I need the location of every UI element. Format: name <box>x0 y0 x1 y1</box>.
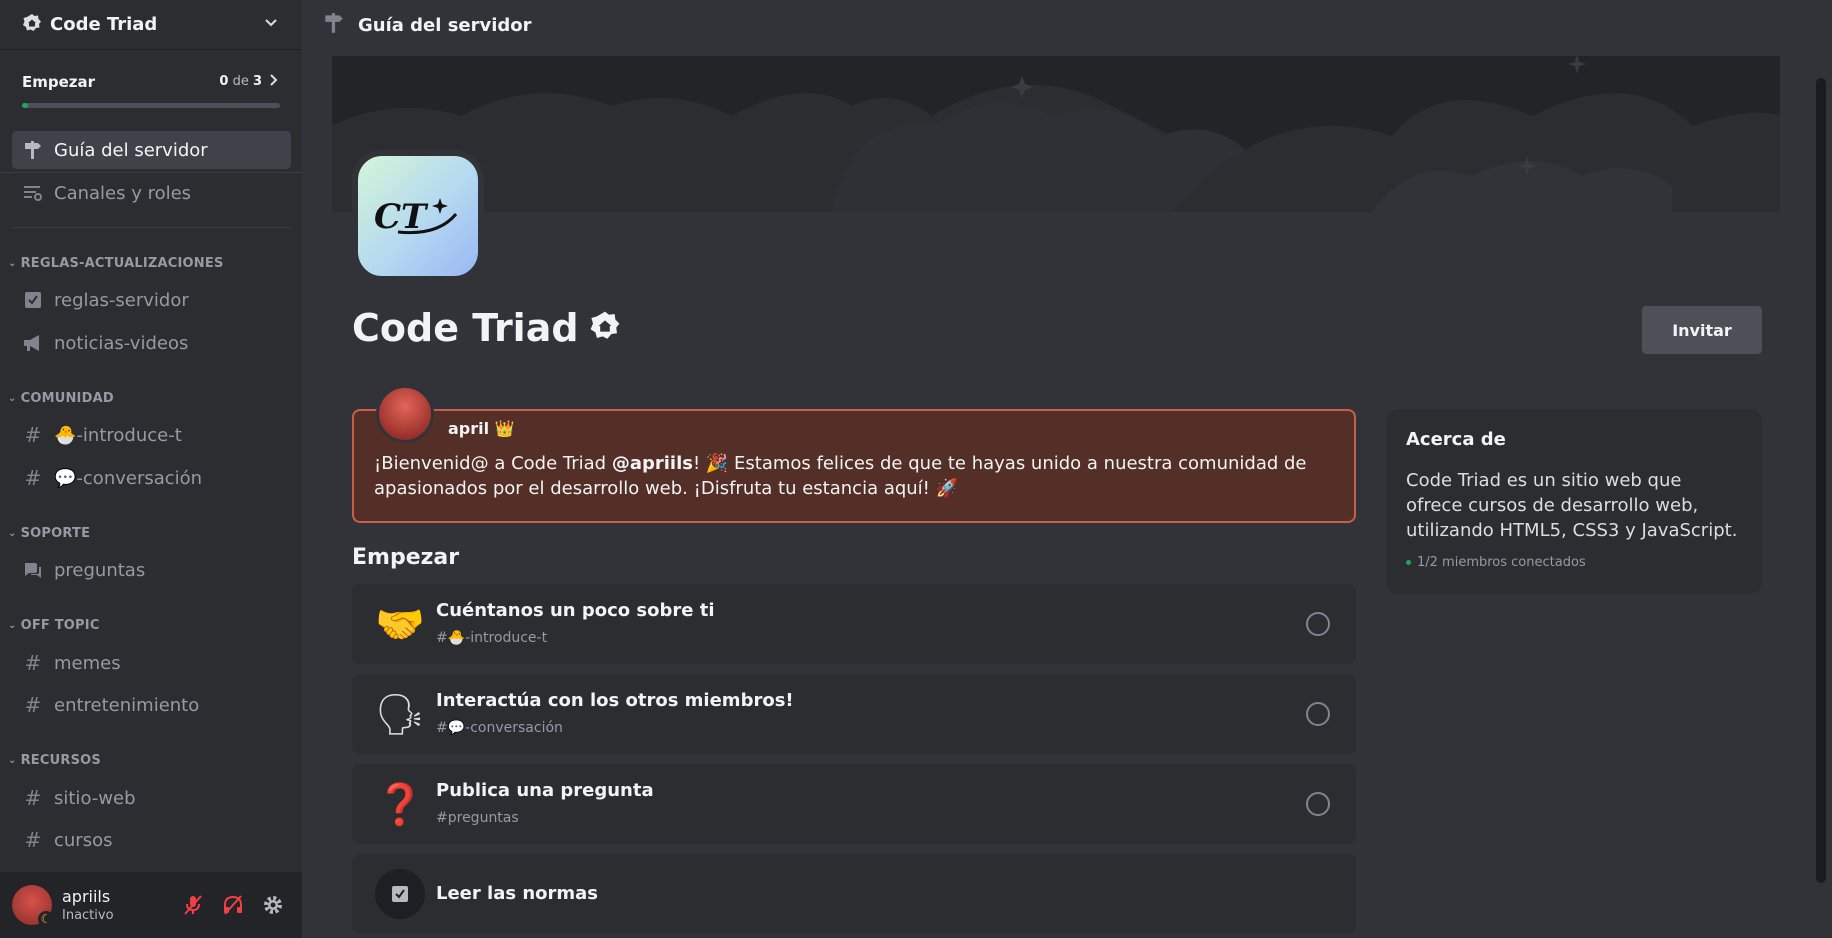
message-author[interactable]: april 👑 <box>448 419 515 438</box>
author-avatar[interactable] <box>376 385 434 443</box>
username: apriils <box>62 887 111 906</box>
sidebar-item-reglas-servidor[interactable]: reglas-servidor <box>12 281 291 319</box>
hash-icon: # <box>24 651 42 675</box>
welcome-message: april 👑 ¡Bienvenid@ a Code Triad @apriil… <box>352 385 1356 523</box>
sidebar-item-server-guide[interactable]: Guía del servidor <box>12 131 291 169</box>
server-badge-icon <box>22 13 42 37</box>
hash-icon: # <box>24 693 42 717</box>
user-panel: ☾ apriils Inactivo <box>0 872 302 938</box>
chevron-down-icon: ⌄ <box>8 620 17 631</box>
mute-mic-icon[interactable] <box>176 888 210 922</box>
page-title: Guía del servidor <box>358 14 532 36</box>
chevron-down-icon: ⌄ <box>8 258 17 269</box>
task-interact[interactable]: 🗣 Interactúa con los otros miembros! #💬-… <box>352 674 1356 754</box>
hash-icon: # <box>24 466 42 490</box>
section-heading-empezar: Empezar <box>352 545 460 570</box>
message-text: ¡Bienvenid@ a Code Triad @apriils! 🎉 Est… <box>374 453 1307 499</box>
server-title: Code Triad <box>352 306 621 350</box>
hash-icon: # <box>24 423 42 447</box>
signpost-icon <box>22 139 44 161</box>
task-question[interactable]: ❓ Publica una pregunta #preguntas <box>352 764 1356 844</box>
task-checkbox[interactable] <box>1306 702 1330 726</box>
progress-bar <box>22 103 280 108</box>
deafen-headphones-icon[interactable] <box>216 888 250 922</box>
question-mark-icon: ❓ <box>375 781 425 828</box>
category-recursos[interactable]: ⌄ RECURSOS <box>8 753 101 768</box>
chevron-down-icon: ⌄ <box>8 755 17 766</box>
avatar[interactable]: ☾ <box>12 885 54 927</box>
category-reglas[interactable]: ⌄ REGLAS-ACTUALIZACIONES <box>8 256 224 271</box>
task-introduce[interactable]: 🤝 Cuéntanos un poco sobre ti #🐣-introduc… <box>352 584 1356 664</box>
scrollbar[interactable] <box>1816 78 1826 883</box>
task-checkbox[interactable] <box>1306 792 1330 816</box>
sidebar-item-noticias-videos[interactable]: noticias-videos <box>12 324 291 362</box>
sidebar-item-introduce[interactable]: # 🐣-introduce-t <box>12 416 291 454</box>
megaphone-icon <box>22 332 44 354</box>
server-icon: CT <box>352 150 484 282</box>
rules-icon <box>22 289 44 311</box>
category-soporte[interactable]: ⌄ SOPORTE <box>8 526 90 541</box>
sidebar-item-memes[interactable]: # memes <box>12 644 291 682</box>
category-comunidad[interactable]: ⌄ COMUNIDAD <box>8 391 114 406</box>
chevron-down-icon: ⌄ <box>8 393 17 404</box>
server-banner <box>332 56 1780 212</box>
sidebar-item-conversacion[interactable]: # 💬-conversación <box>12 459 291 497</box>
task-checkbox[interactable] <box>1306 612 1330 636</box>
sidebar-item-cursos[interactable]: # cursos <box>12 821 291 859</box>
hash-icon: # <box>24 786 42 810</box>
gear-icon[interactable] <box>256 888 290 922</box>
idle-moon-icon: ☾ <box>38 911 54 927</box>
sidebar-item-sitio-web[interactable]: # sitio-web <box>12 779 291 817</box>
hash-icon: # <box>24 828 42 852</box>
user-status: Inactivo <box>62 908 114 923</box>
handshake-icon: 🤝 <box>375 601 425 648</box>
sidebar: Code Triad Empezar 0 de 3 Guía del servi… <box>0 0 302 938</box>
top-bar: Guía del servidor <box>302 0 1832 50</box>
crown-icon: 👑 <box>494 419 515 438</box>
user-info[interactable]: apriils Inactivo <box>62 887 170 923</box>
forum-icon <box>22 559 44 581</box>
server-header[interactable]: Code Triad <box>0 0 302 50</box>
server-name: Code Triad <box>50 14 158 35</box>
about-text: Code Triad es un sitio web que ofrece cu… <box>1406 470 1738 541</box>
chevron-down-icon: ⌄ <box>8 528 17 539</box>
progress-count: 0 de 3 <box>219 74 262 89</box>
sidebar-item-entretenimiento[interactable]: # entretenimiento <box>12 686 291 724</box>
channels-list-icon <box>22 182 44 204</box>
progress-title: Empezar <box>22 72 96 91</box>
about-heading: Acerca de <box>1406 429 1506 450</box>
invite-button[interactable]: Invitar <box>1642 306 1762 354</box>
rules-icon <box>374 868 426 920</box>
category-off-topic[interactable]: ⌄ OFF TOPIC <box>8 618 100 633</box>
chevron-right-icon <box>268 72 280 91</box>
user-mention[interactable]: @apriils <box>612 453 693 474</box>
speaking-head-icon: 🗣 <box>374 691 426 738</box>
task-read-rules[interactable]: Leer las normas <box>352 854 1356 934</box>
verified-badge-icon <box>589 310 621 346</box>
chevron-down-icon[interactable] <box>262 14 280 36</box>
online-members: 1/2 miembros conectados <box>1406 555 1742 570</box>
signpost-icon <box>322 11 346 39</box>
online-dot-icon <box>1406 560 1411 565</box>
sidebar-item-preguntas[interactable]: preguntas <box>12 551 291 589</box>
about-card: Acerca de Code Triad es un sitio web que… <box>1386 409 1762 594</box>
sidebar-item-channels-roles[interactable]: Canales y roles <box>12 174 291 212</box>
